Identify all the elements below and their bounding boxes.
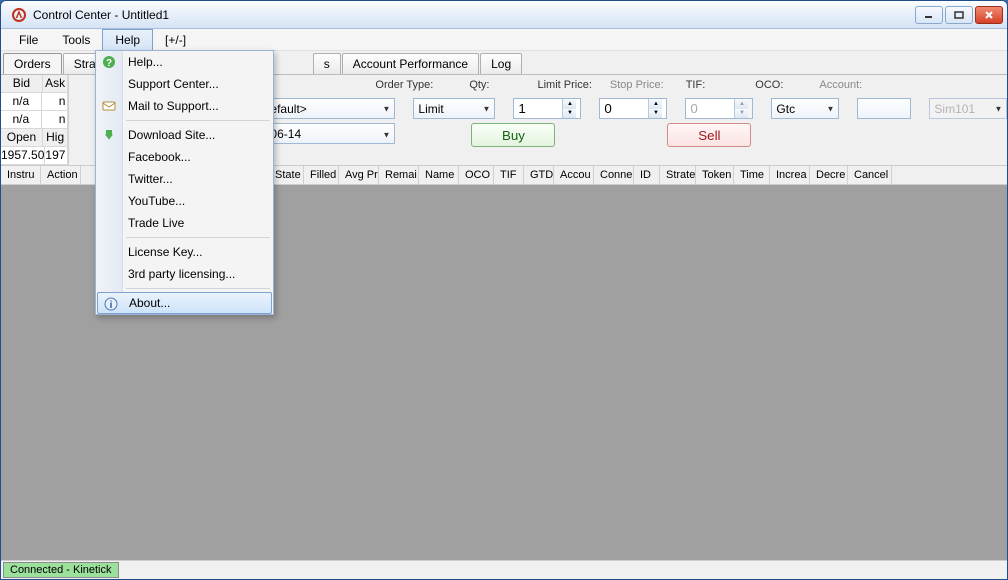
column-header[interactable]: Conne: [594, 166, 634, 184]
statusbar: Connected - Kinetick: [1, 560, 1007, 579]
status-connection: Connected - Kinetick: [3, 562, 119, 578]
separator: [96, 234, 273, 241]
hdr-bid: Bid: [1, 75, 43, 92]
column-header[interactable]: Accou: [554, 166, 594, 184]
info-icon: i: [103, 296, 119, 312]
column-header[interactable]: OCO: [459, 166, 494, 184]
date-combo[interactable]: 06-14: [265, 123, 395, 144]
svg-text:i: i: [110, 300, 113, 311]
menubar: File Tools Help [+/-]: [1, 29, 1007, 51]
label-stop: Stop Price:: [610, 79, 664, 94]
help-menu-license[interactable]: License Key...: [96, 241, 273, 263]
help-menu-help[interactable]: ? Help...: [96, 51, 273, 73]
oco-input[interactable]: [857, 98, 911, 119]
mail-icon: [101, 98, 117, 114]
limit-spinner[interactable]: ▲▼: [599, 98, 667, 119]
column-header[interactable]: Filled: [304, 166, 339, 184]
label-tif: TIF:: [686, 79, 706, 94]
account-combo: Sim101: [929, 98, 1007, 119]
column-header[interactable]: TIF: [494, 166, 524, 184]
label-account: Account:: [819, 79, 862, 94]
help-menu-trade-live[interactable]: Trade Live: [96, 212, 273, 234]
svg-text:?: ?: [106, 58, 112, 69]
column-header[interactable]: Increa: [770, 166, 810, 184]
label-oco: OCO:: [755, 79, 783, 94]
tab-orders[interactable]: Orders: [3, 53, 62, 74]
column-header[interactable]: State: [269, 166, 304, 184]
help-menu-youtube[interactable]: YouTube...: [96, 190, 273, 212]
help-menu: ? Help... Support Center... Mail to Supp…: [95, 50, 274, 315]
tab-log[interactable]: Log: [480, 53, 522, 74]
menu-help[interactable]: Help: [102, 29, 153, 50]
column-header[interactable]: Instru: [1, 166, 41, 184]
column-header[interactable]: ID: [634, 166, 660, 184]
column-header[interactable]: Action: [41, 166, 81, 184]
column-header[interactable]: Remai: [379, 166, 419, 184]
help-icon: ?: [101, 54, 117, 70]
tab-partial[interactable]: s: [313, 53, 341, 74]
column-header[interactable]: Cancel: [848, 166, 892, 184]
app-icon: [11, 7, 27, 23]
menu-tools[interactable]: Tools: [50, 29, 102, 50]
titlebar: Control Center - Untitled1: [1, 1, 1007, 29]
cell-bid1: n/a: [1, 93, 42, 110]
help-menu-download[interactable]: Download Site...: [96, 124, 273, 146]
ordertype-combo[interactable]: Limit: [413, 98, 495, 119]
label-ordertype: Order Type:: [375, 79, 433, 94]
label-limit: Limit Price:: [537, 79, 591, 94]
help-menu-about[interactable]: i About...: [97, 292, 272, 314]
buy-button[interactable]: Buy: [471, 123, 555, 147]
help-menu-support[interactable]: Support Center...: [96, 73, 273, 95]
label-qty: Qty:: [469, 79, 489, 94]
separator: [96, 117, 273, 124]
close-button[interactable]: [975, 6, 1003, 24]
minimize-button[interactable]: [915, 6, 943, 24]
sell-button[interactable]: Sell: [667, 123, 751, 147]
help-menu-twitter[interactable]: Twitter...: [96, 168, 273, 190]
tif-combo[interactable]: Gtc: [771, 98, 839, 119]
help-menu-mail[interactable]: Mail to Support...: [96, 95, 273, 117]
qty-spinner[interactable]: ▲▼: [513, 98, 581, 119]
menu-file[interactable]: File: [7, 29, 50, 50]
window-title: Control Center - Untitled1: [33, 8, 915, 22]
default-combo[interactable]: efault>: [265, 98, 395, 119]
column-header[interactable]: Name: [419, 166, 459, 184]
help-menu-facebook[interactable]: Facebook...: [96, 146, 273, 168]
cell-bid2: n/a: [1, 111, 42, 128]
menu-plusminus[interactable]: [+/-]: [153, 29, 198, 50]
column-header[interactable]: Decre: [810, 166, 848, 184]
stop-spinner: ▲▼: [685, 98, 753, 119]
column-header[interactable]: GTD: [524, 166, 554, 184]
column-header[interactable]: Time: [734, 166, 770, 184]
qty-down[interactable]: ▼: [563, 109, 576, 119]
quote-grid: BidAsk n/an n/an OpenHig 1957.50197: [1, 75, 69, 165]
separator: [96, 285, 273, 292]
download-icon: [101, 127, 117, 143]
hdr-ask: Ask: [43, 75, 69, 92]
maximize-button[interactable]: [945, 6, 973, 24]
column-header[interactable]: Token: [696, 166, 734, 184]
column-header[interactable]: Avg Pr: [339, 166, 379, 184]
column-header[interactable]: Strate: [660, 166, 696, 184]
tab-account-performance[interactable]: Account Performance: [342, 53, 479, 74]
help-menu-3rdparty[interactable]: 3rd party licensing...: [96, 263, 273, 285]
qty-up[interactable]: ▲: [563, 99, 576, 109]
